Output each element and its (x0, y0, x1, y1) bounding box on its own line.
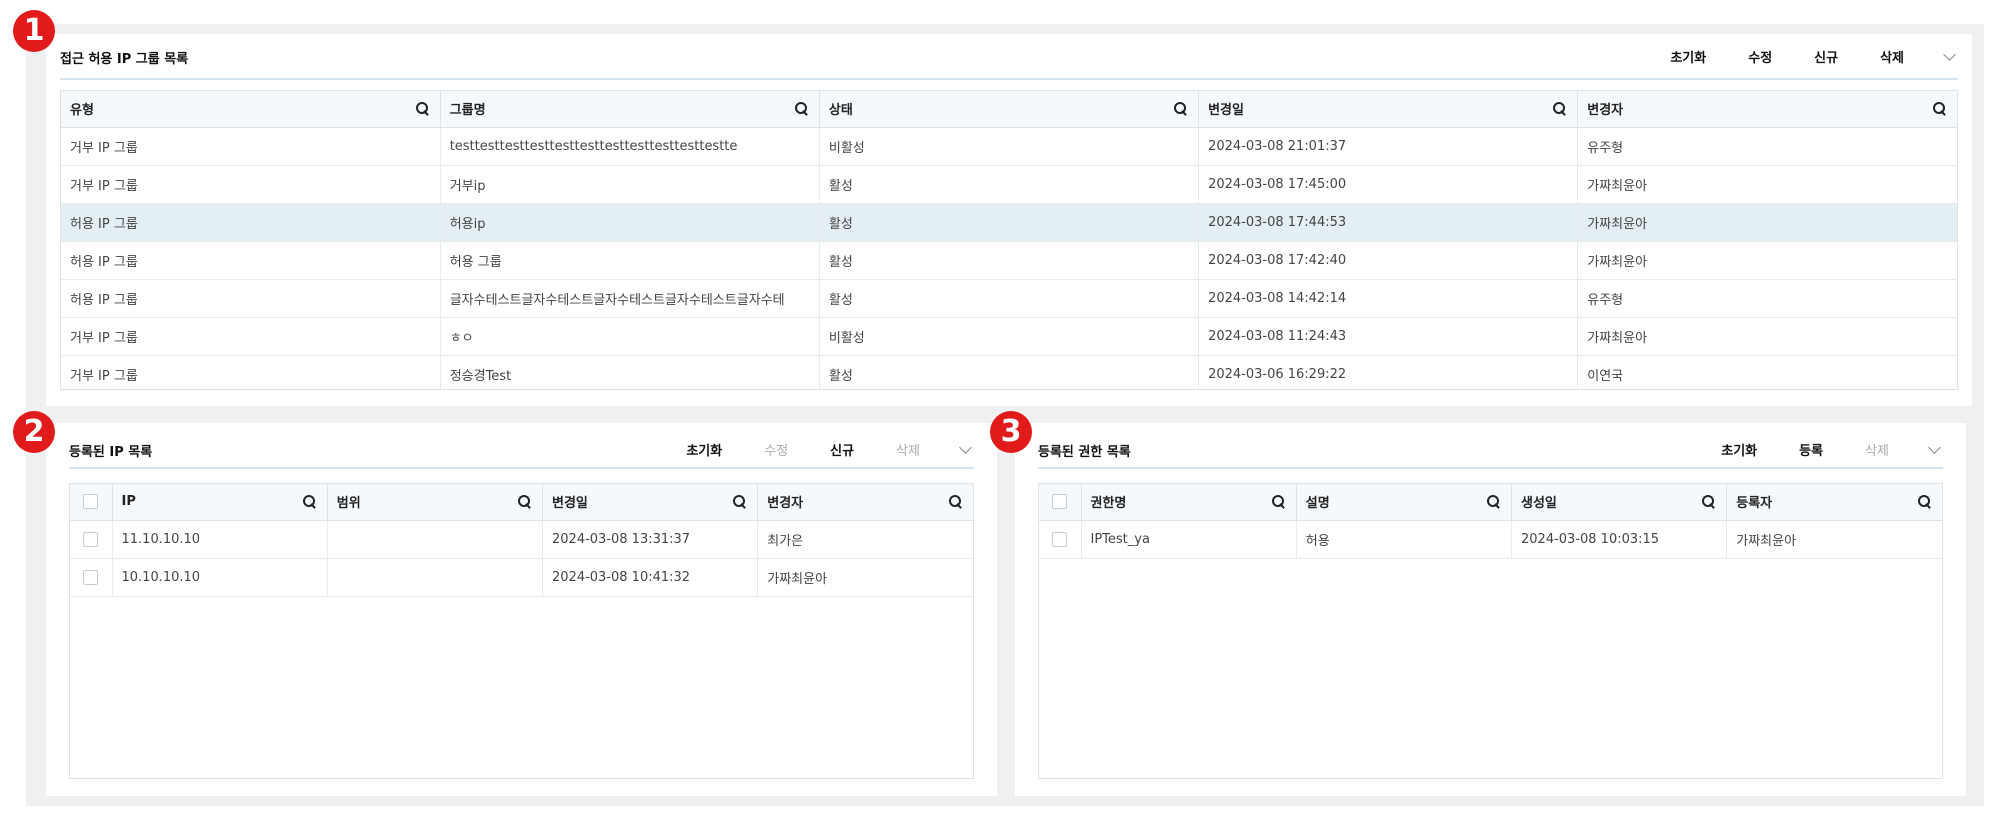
register-button[interactable]: 등록 (1799, 440, 1823, 459)
chevron-down-icon[interactable] (1942, 49, 1958, 65)
select-all-cell (1039, 484, 1082, 521)
search-icon[interactable] (1174, 102, 1188, 116)
column-header-status: 상태 (819, 91, 1200, 128)
search-icon[interactable] (1487, 495, 1501, 509)
panel-title: 등록된 권한 목록 (1038, 445, 1131, 460)
step-badge-2: 2 (13, 411, 55, 453)
permission-list-grid: 권한명 설명 생성일 등록자 IPTest_ya 허용 2024-03-08 10:… (1038, 483, 1943, 779)
panel-header: 등록된 권한 목록 초기화 등록 삭제 (1038, 423, 1943, 469)
search-icon[interactable] (733, 495, 747, 509)
panel-actions: 초기화 등록 삭제 (1679, 440, 1943, 459)
chevron-down-icon[interactable] (1927, 442, 1943, 458)
delete-button[interactable]: 삭제 (896, 440, 920, 459)
table-row[interactable]: 거부 IP 그룹 정승경Test 활성 2024-03-06 16:29:22 이연국 (61, 355, 1957, 389)
edit-button[interactable]: 수정 (764, 440, 788, 459)
column-header-modifier: 변경자 (757, 484, 973, 521)
column-header-type: 유형 (61, 91, 441, 128)
step-badge-3: 3 (990, 411, 1032, 453)
select-all-checkbox[interactable] (83, 494, 99, 510)
search-icon[interactable] (1918, 495, 1932, 509)
panel-actions: 초기화 수정 신규 삭제 (1628, 47, 1958, 66)
table-row[interactable]: 허용 IP 그룹 허용 그룹 활성 2024-03-08 17:42:40 가짜최윤아 (61, 241, 1957, 280)
new-button[interactable]: 신규 (830, 440, 854, 459)
step-badge-1: 1 (13, 10, 55, 52)
row-checkbox[interactable] (1052, 531, 1068, 547)
search-icon[interactable] (1271, 495, 1286, 509)
panel-title: 접근 허용 IP 그룹 목록 (60, 52, 189, 67)
table-row-selected[interactable]: 허용 IP 그룹 허용ip 활성 2024-03-08 17:44:53 가짜최윤아 (61, 203, 1957, 242)
search-icon[interactable] (415, 102, 430, 116)
reset-button[interactable]: 초기화 (686, 440, 722, 459)
search-icon[interactable] (1702, 495, 1716, 509)
table-row[interactable]: 거부 IP 그룹 testtesttesttesttesttesttesttest… (61, 127, 1957, 166)
table-row[interactable]: 허용 IP 그룹 글자수테스트글자수테스트글자수테스트글자수테스트글자수테 활성 20… (61, 279, 1957, 318)
panel-actions: 초기화 수정 신규 삭제 (644, 440, 974, 459)
ip-group-panel: 접근 허용 IP 그룹 목록 초기화 수정 신규 삭제 유형 그룹명 상태 변경… (46, 34, 1972, 406)
search-icon[interactable] (518, 495, 532, 509)
delete-button[interactable]: 삭제 (1880, 47, 1904, 66)
permission-list-panel: 등록된 권한 목록 초기화 등록 삭제 권한명 설명 생성일 등록자 IPTes… (1015, 423, 1966, 796)
table-row[interactable]: 거부 IP 그룹 거부ip 활성 2024-03-08 17:45:00 가짜최윤아 (61, 165, 1957, 204)
table-row[interactable]: 11.10.10.10 2024-03-08 13:31:37 최가은 (70, 520, 973, 559)
panel-title: 등록된 IP 목록 (69, 445, 153, 460)
reset-button[interactable]: 초기화 (1670, 47, 1706, 66)
search-icon[interactable] (949, 495, 963, 509)
row-checkbox[interactable] (83, 531, 99, 547)
panel-header: 등록된 IP 목록 초기화 수정 신규 삭제 (69, 423, 974, 469)
edit-button[interactable]: 수정 (1748, 47, 1772, 66)
search-icon[interactable] (1553, 102, 1567, 116)
reset-button[interactable]: 초기화 (1721, 440, 1757, 459)
select-all-cell (70, 484, 113, 521)
ip-group-grid: 유형 그룹명 상태 변경일 변경자 거부 IP 그룹 testtesttestte… (60, 90, 1958, 390)
panel-header: 접근 허용 IP 그룹 목록 초기화 수정 신규 삭제 (60, 34, 1958, 80)
column-header-group-name: 그룹명 (440, 91, 820, 128)
new-button[interactable]: 신규 (1814, 47, 1838, 66)
column-header-ip: IP (112, 484, 328, 521)
column-header-modifier: 변경자 (1577, 91, 1957, 128)
select-all-checkbox[interactable] (1052, 494, 1068, 510)
column-header-registrant: 등록자 (1726, 484, 1942, 521)
column-header-modified-date: 변경일 (542, 484, 759, 521)
column-header-created-date: 생성일 (1511, 484, 1728, 521)
table-row[interactable]: IPTest_ya 허용 2024-03-08 10:03:15 가짜최윤아 (1039, 520, 1942, 559)
ip-list-panel: 등록된 IP 목록 초기화 수정 신규 삭제 IP 범위 변경일 변경자 11.… (46, 423, 997, 796)
delete-button[interactable]: 삭제 (1865, 440, 1889, 459)
column-header-range: 범위 (327, 484, 544, 521)
search-icon[interactable] (1933, 102, 1947, 116)
search-icon[interactable] (794, 102, 809, 116)
search-icon[interactable] (302, 495, 317, 509)
column-header-permission-name: 권한명 (1081, 484, 1297, 521)
column-header-modified-date: 변경일 (1198, 91, 1579, 128)
table-row[interactable]: 10.10.10.10 2024-03-08 10:41:32 가짜최윤아 (70, 558, 973, 597)
row-checkbox[interactable] (83, 569, 99, 585)
column-header-description: 설명 (1296, 484, 1513, 521)
table-row[interactable]: 거부 IP 그룹 ㅎㅇ 비활성 2024-03-08 11:24:43 가짜최윤아 (61, 317, 1957, 356)
ip-list-grid: IP 범위 변경일 변경자 11.10.10.10 2024-03-08 13:3… (69, 483, 974, 779)
chevron-down-icon[interactable] (958, 442, 974, 458)
